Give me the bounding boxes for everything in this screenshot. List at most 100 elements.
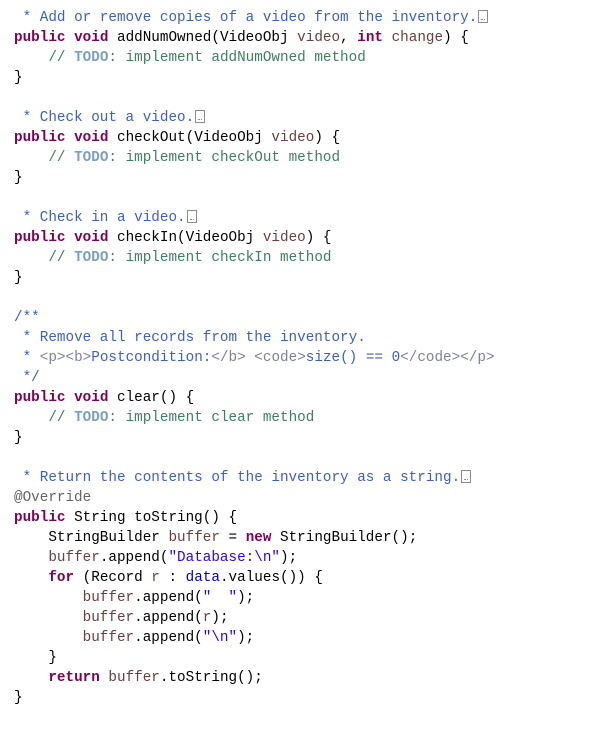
code-line[interactable] xyxy=(14,288,495,308)
code-token: buffer xyxy=(48,550,100,566)
code-line[interactable]: for (Record r : data.values()) { xyxy=(14,568,495,588)
code-token: ); xyxy=(280,550,298,566)
code-token: video xyxy=(262,230,306,246)
code-token: new xyxy=(245,530,272,546)
code-token: // xyxy=(48,410,75,426)
code-line[interactable]: public void checkIn(VideoObj video) { xyxy=(14,228,495,248)
folded-comment-expand-icon[interactable] xyxy=(195,110,206,123)
code-token: : implement clear method xyxy=(108,410,315,426)
code-token: TODO xyxy=(74,50,109,66)
code-token: */ xyxy=(22,370,40,386)
code-token: checkOut(VideoObj xyxy=(108,130,272,146)
code-line[interactable] xyxy=(14,188,495,208)
code-line[interactable]: * Remove all records from the inventory. xyxy=(14,328,495,348)
code-token: : implement checkIn method xyxy=(108,250,332,266)
code-line[interactable]: * Check in a video. xyxy=(14,208,495,228)
code-token: Postcondition: xyxy=(91,350,212,366)
code-line[interactable] xyxy=(14,88,495,108)
code-token: ) { xyxy=(305,230,332,246)
code-token: .append( xyxy=(134,630,203,646)
code-token: // xyxy=(48,50,75,66)
code-token: ) { xyxy=(314,130,341,146)
code-token: .append( xyxy=(99,550,169,566)
code-token: /** xyxy=(14,310,40,326)
code-token: video xyxy=(271,130,315,146)
code-token: </b> xyxy=(211,350,246,366)
code-token: for xyxy=(48,570,75,586)
code-line[interactable]: * Check out a video. xyxy=(14,108,495,128)
code-line[interactable]: return buffer.toString(); xyxy=(14,668,495,688)
code-line[interactable]: * <p><b>Postcondition:</b> <code>size() … xyxy=(14,348,495,368)
code-token: </code></p> xyxy=(400,350,495,366)
code-token: * Return the contents of the inventory a… xyxy=(22,470,461,486)
folded-comment-expand-icon[interactable] xyxy=(186,210,197,223)
code-line[interactable] xyxy=(14,448,495,468)
code-line[interactable]: } xyxy=(14,428,495,448)
code-editor[interactable]: * Add or remove copies of a video from t… xyxy=(14,8,495,708)
code-line[interactable]: public void addNumOwned(VideoObj video, … xyxy=(14,28,495,48)
code-token: void xyxy=(74,130,109,146)
code-line[interactable]: } xyxy=(14,168,495,188)
code-line[interactable]: /** xyxy=(14,308,495,328)
code-token: ); xyxy=(211,610,229,626)
code-line[interactable]: // TODO: implement addNumOwned method xyxy=(14,48,495,68)
code-token: TODO xyxy=(74,410,109,426)
code-line[interactable]: } xyxy=(14,648,495,668)
code-line[interactable]: StringBuilder buffer = new StringBuilder… xyxy=(14,528,495,548)
code-line[interactable]: public void clear() { xyxy=(14,388,495,408)
code-token: "Database:\n" xyxy=(168,550,280,566)
code-token: data xyxy=(185,570,220,586)
code-token: buffer xyxy=(82,590,135,606)
code-line[interactable]: buffer.append("\n"); xyxy=(14,628,495,648)
code-token: <code> xyxy=(254,350,306,366)
code-token: @Override xyxy=(14,490,92,506)
code-line[interactable]: buffer.append(" "); xyxy=(14,588,495,608)
code-token: StringBuilder(); xyxy=(271,530,418,546)
code-line[interactable]: @Override xyxy=(14,488,495,508)
code-token: public xyxy=(14,30,66,46)
code-line[interactable]: * Add or remove copies of a video from t… xyxy=(14,8,495,28)
code-line[interactable]: // TODO: implement checkIn method xyxy=(14,248,495,268)
code-token: : implement addNumOwned method xyxy=(108,50,366,66)
code-token: int xyxy=(357,30,383,46)
code-line[interactable]: } xyxy=(14,268,495,288)
code-line[interactable]: public String toString() { xyxy=(14,508,495,528)
code-token: = xyxy=(219,530,246,546)
code-token: public xyxy=(14,130,66,146)
folded-comment-expand-icon[interactable] xyxy=(478,10,489,23)
code-line[interactable]: } xyxy=(14,688,495,708)
code-token: "\n" xyxy=(202,630,238,646)
code-line[interactable]: buffer.append(r); xyxy=(14,608,495,628)
code-token: (Record xyxy=(74,570,152,586)
code-line[interactable]: */ xyxy=(14,368,495,388)
folded-comment-expand-icon[interactable] xyxy=(461,470,472,483)
code-token: public xyxy=(14,230,66,246)
code-token: r xyxy=(151,570,160,586)
code-token: void xyxy=(74,230,109,246)
code-token: buffer xyxy=(82,610,135,626)
code-token: buffer xyxy=(108,670,160,686)
code-token: return xyxy=(48,670,100,686)
code-line[interactable]: } xyxy=(14,68,495,88)
code-token: buffer xyxy=(168,530,220,546)
code-line[interactable]: // TODO: implement checkOut method xyxy=(14,148,495,168)
code-line[interactable]: * Return the contents of the inventory a… xyxy=(14,468,495,488)
code-line[interactable]: public void checkOut(VideoObj video) { xyxy=(14,128,495,148)
code-token: size() == 0 xyxy=(305,350,401,366)
code-line[interactable]: // TODO: implement clear method xyxy=(14,408,495,428)
code-token: } xyxy=(14,690,23,706)
code-token: clear() { xyxy=(108,390,195,406)
code-line[interactable]: buffer.append("Database:\n"); xyxy=(14,548,495,568)
code-token: } xyxy=(14,270,23,286)
